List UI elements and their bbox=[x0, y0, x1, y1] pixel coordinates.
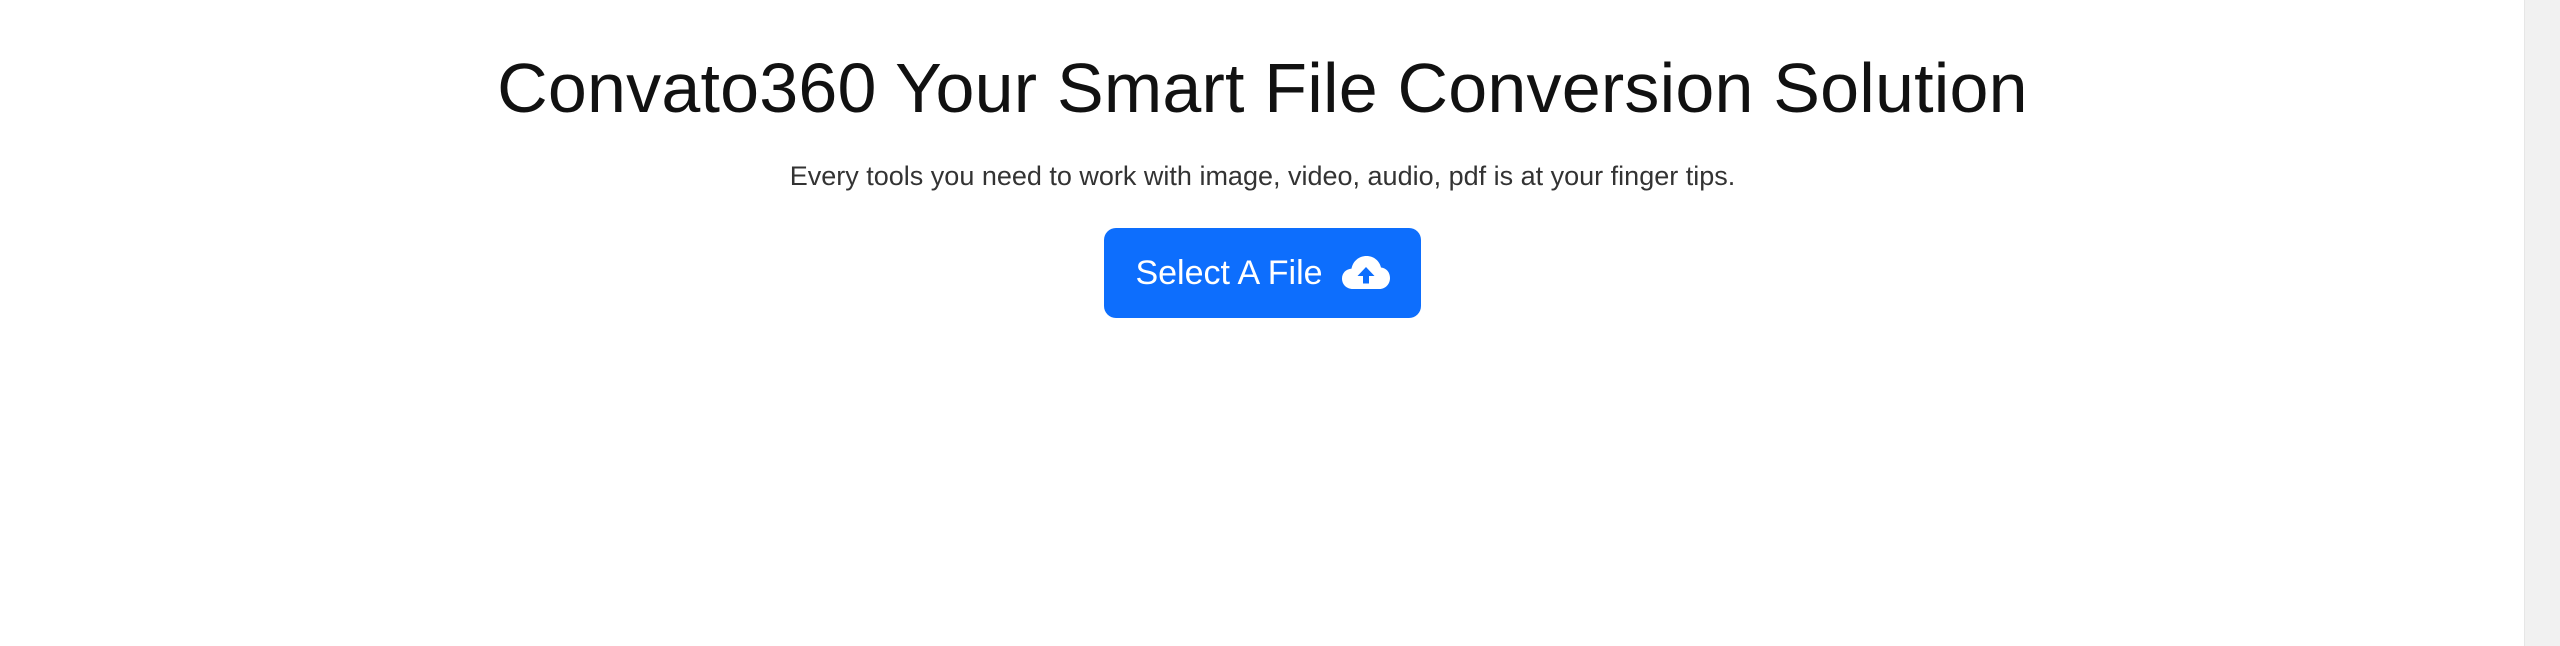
select-file-button-label: Select A File bbox=[1135, 253, 1323, 292]
page: Convato360 Your Smart File Conversion So… bbox=[0, 0, 2560, 646]
select-file-button[interactable]: Select A File bbox=[1104, 228, 1421, 318]
hero-section: Convato360 Your Smart File Conversion So… bbox=[0, 0, 2525, 318]
vertical-scrollbar[interactable] bbox=[2524, 0, 2560, 646]
hero-subtitle: Every tools you need to work with image,… bbox=[789, 161, 1736, 191]
hero-title: Convato360 Your Smart File Conversion So… bbox=[497, 49, 2028, 127]
cloud-upload-icon bbox=[1341, 253, 1391, 293]
